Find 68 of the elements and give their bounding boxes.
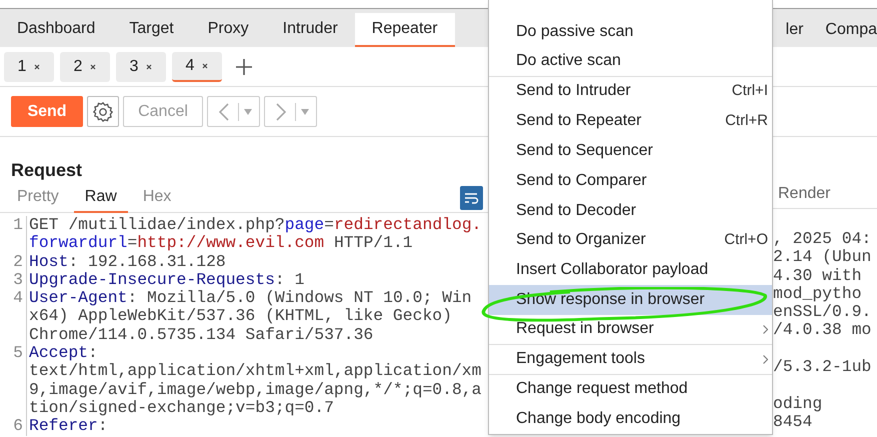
menu-item[interactable]: Send to Sequencer <box>489 136 772 166</box>
close-icon[interactable] <box>34 64 40 70</box>
main-tab[interactable]: Intruder <box>266 13 355 47</box>
menu-item[interactable]: Do active scan <box>489 46 772 77</box>
shortcut-label: Ctrl+O <box>724 230 768 250</box>
main-tab[interactable]: Compa <box>825 13 877 47</box>
add-tab-icon[interactable] <box>235 58 253 76</box>
request-number-tab[interactable]: 3 <box>116 52 166 82</box>
main-tab[interactable]: Dashboard <box>0 13 112 47</box>
code-line: 9,image/avif,image/webp,image/apng,*/*;q=0.8,a <box>28 380 482 399</box>
editor-tab[interactable]: Hex <box>132 182 182 212</box>
menu-item[interactable]: Send to Decoder <box>489 196 772 226</box>
editor-tab[interactable]: Pretty <box>6 182 70 212</box>
code-line: 2.14 (Ubun <box>773 248 872 267</box>
main-tab[interactable]: Proxy <box>190 13 266 47</box>
code-line: oding <box>773 394 822 413</box>
editor-tab[interactable]: Render <box>778 182 830 206</box>
code-line: , 2025 04: <box>773 230 872 248</box>
settings-button[interactable] <box>87 96 119 127</box>
code-line: Referer: <box>28 417 108 436</box>
code-line: /5.3.2-1ub <box>773 358 872 376</box>
shortcut-label: Ctrl+R <box>725 111 768 132</box>
wrap-toggle-icon[interactable] <box>460 186 483 210</box>
menu-item[interactable]: Send to Intruder Ctrl+I <box>489 76 772 106</box>
code-line: 8454 <box>773 412 812 432</box>
code-line: 4.30 with <box>773 266 862 285</box>
request-number-tab[interactable]: 4 <box>172 52 222 82</box>
main-tab[interactable]: Repeater <box>354 13 455 47</box>
close-icon[interactable] <box>202 62 208 68</box>
code-line: Accept: <box>28 344 98 362</box>
code-line: Host: 192.168.31.128 <box>28 252 226 271</box>
line-number: 1 <box>0 216 27 234</box>
code-line: Chrome/114.0.5735.134 Safari/537.36 <box>28 326 374 344</box>
request-number-tab[interactable]: 2 <box>60 52 110 82</box>
line-number: 2 <box>0 252 27 271</box>
code-line: User-Agent: Mozilla/5.0 (Windows NT 10.0; Win <box>28 289 472 308</box>
code-line: text/html,application/xhtml+xml,application/xm <box>28 362 482 381</box>
menu-item[interactable]: Change body encoding <box>489 404 772 434</box>
close-icon[interactable] <box>146 64 152 70</box>
menu-item[interactable]: Send to Repeater Ctrl+R <box>489 106 772 136</box>
main-tab[interactable]: Target <box>112 13 191 47</box>
code-line: tion/signed-exchange;v=b3;q=0.7 <box>28 398 334 418</box>
menu-item[interactable]: Insert Collaborator payload <box>489 255 772 286</box>
chevron-icon <box>763 354 768 364</box>
menu-item[interactable]: Engagement tools <box>489 344 772 375</box>
close-icon[interactable] <box>90 64 96 70</box>
menu-item[interactable]: Do passive scan <box>489 17 772 47</box>
line-number: 4 <box>0 289 27 308</box>
menu-item[interactable]: Change request method <box>489 374 772 404</box>
chevron-icon <box>763 324 768 334</box>
code-line: Upgrade-Insecure-Requests: 1 <box>28 270 304 290</box>
shortcut-label: Ctrl+I <box>732 81 768 102</box>
main-tab[interactable]: ler <box>786 13 804 47</box>
line-number: 3 <box>0 270 27 290</box>
request-number-tab[interactable]: 1 <box>4 52 54 82</box>
code-line: mod_pytho <box>773 284 862 304</box>
code-line: x64) AppleWebKit/537.36 (KHTML, like Gecko) <box>28 307 452 326</box>
code-line: forwardurl=http://www.evil.com HTTP/1.1 <box>28 234 413 253</box>
menu-item[interactable]: Send to Comparer <box>489 166 772 196</box>
code-line: /4.0.38 mo <box>773 321 872 340</box>
menu-item[interactable]: Send to Organizer Ctrl+O <box>489 226 772 256</box>
editor-tab[interactable]: Raw <box>74 182 128 212</box>
line-number: 6 <box>0 417 27 436</box>
code-line: GET /mutillidae/index.php?page=redirectandlog. <box>28 216 482 234</box>
menu-item[interactable]: Request in browser <box>489 314 772 345</box>
line-number: 5 <box>0 344 27 362</box>
code-line: enSSL/0.9. <box>773 303 872 322</box>
panel-title: Request <box>10 159 84 182</box>
